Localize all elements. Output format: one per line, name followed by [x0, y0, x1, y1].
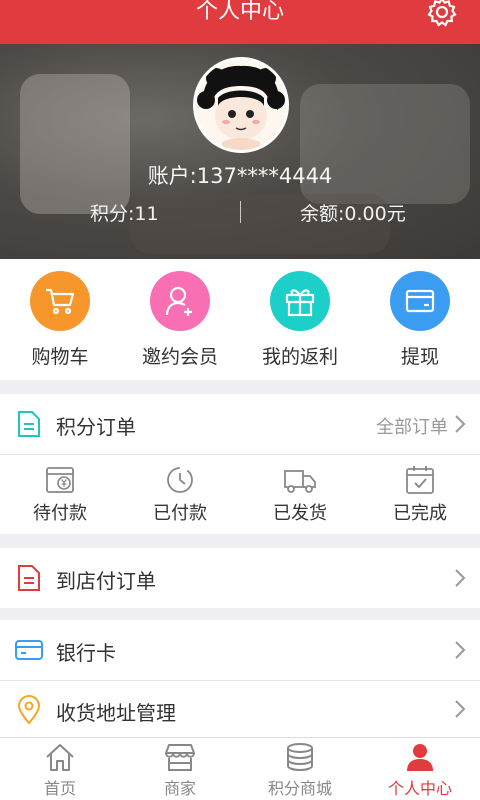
chevron-right-icon	[455, 415, 466, 433]
top-bar: 个人中心	[0, 0, 480, 44]
gear-icon[interactable]	[426, 0, 458, 28]
stats-divider	[240, 201, 241, 223]
truck-icon	[284, 470, 316, 493]
card-icon	[390, 271, 450, 331]
points-value[interactable]: 积分:11	[90, 199, 159, 226]
quick-action-label: 购物车	[31, 346, 89, 368]
bank-card-label: 银行卡	[56, 641, 116, 665]
page-title: 个人中心	[195, 0, 284, 24]
tab-label: 首页	[43, 779, 76, 798]
bank-card-row[interactable]: 银行卡	[0, 620, 480, 680]
points-order-row[interactable]: 积分订单 全部订单	[0, 394, 480, 454]
chevron-right-icon	[455, 641, 466, 659]
profile-banner: 账户:137****4444 积分:11 余额:0.00元	[0, 44, 480, 259]
document-icon	[18, 411, 40, 437]
tab-label: 个人中心	[387, 779, 452, 798]
gift-icon	[270, 271, 330, 331]
store-order-row[interactable]: 到店付订单	[0, 548, 480, 608]
quick-action-invite[interactable]: 邀约会员	[120, 271, 240, 369]
points-order-label: 积分订单	[56, 415, 136, 439]
location-pin-icon	[17, 695, 41, 725]
status-pending-payment[interactable]: 待付款	[0, 465, 120, 525]
quick-action-label: 邀约会员	[141, 346, 218, 368]
calendar-check-icon	[406, 466, 434, 494]
all-orders-link[interactable]: 全部订单	[376, 413, 448, 439]
tab-label: 积分商城	[267, 779, 332, 798]
bank-card-icon	[15, 640, 43, 660]
profile-stats: 积分:11 余额:0.00元	[0, 199, 480, 229]
quick-action-cart[interactable]: 购物车	[0, 271, 120, 369]
store-icon	[165, 744, 195, 771]
chevron-right-icon	[455, 569, 466, 587]
avatar[interactable]	[193, 57, 289, 153]
account-number: 账户:137****4444	[147, 164, 333, 188]
address-row[interactable]: 收货地址管理	[0, 681, 480, 737]
cart-icon	[30, 271, 90, 331]
quick-action-withdraw[interactable]: 提现	[360, 271, 480, 369]
bottom-tab-bar: 首页 商家 积分商城 个人中心	[0, 737, 480, 800]
order-status-bar: 待付款 已付款 已发货 已完成	[0, 454, 480, 534]
balance-value[interactable]: 余额:0.00元	[300, 199, 406, 226]
quick-actions: 购物车 邀约会员 我的返利 提现	[0, 259, 480, 380]
clock-icon	[167, 467, 193, 493]
receipt-icon	[18, 565, 40, 591]
status-label: 待付款	[33, 503, 87, 524]
tab-points-mall[interactable]: 积分商城	[240, 742, 360, 799]
status-completed[interactable]: 已完成	[360, 465, 480, 525]
chevron-right-icon	[455, 700, 466, 718]
status-label: 已完成	[393, 503, 447, 524]
status-shipped[interactable]: 已发货	[240, 465, 360, 525]
user-icon	[407, 744, 433, 771]
coins-icon	[287, 743, 313, 772]
tab-merchants[interactable]: 商家	[120, 742, 240, 799]
status-label: 已付款	[153, 503, 207, 524]
status-paid[interactable]: 已付款	[120, 465, 240, 525]
home-icon	[46, 744, 74, 771]
wallet-yen-icon	[46, 467, 74, 493]
address-label: 收货地址管理	[56, 701, 176, 725]
tab-profile[interactable]: 个人中心	[360, 742, 480, 799]
background-blur	[20, 74, 130, 214]
store-order-label: 到店付订单	[56, 569, 156, 593]
tab-label: 商家	[163, 779, 196, 798]
quick-action-label: 我的返利	[261, 346, 338, 368]
quick-action-label: 提现	[400, 346, 439, 368]
quick-action-rebate[interactable]: 我的返利	[240, 271, 360, 369]
add-user-icon	[150, 271, 210, 331]
tab-home[interactable]: 首页	[0, 742, 120, 799]
status-label: 已发货	[273, 503, 327, 524]
